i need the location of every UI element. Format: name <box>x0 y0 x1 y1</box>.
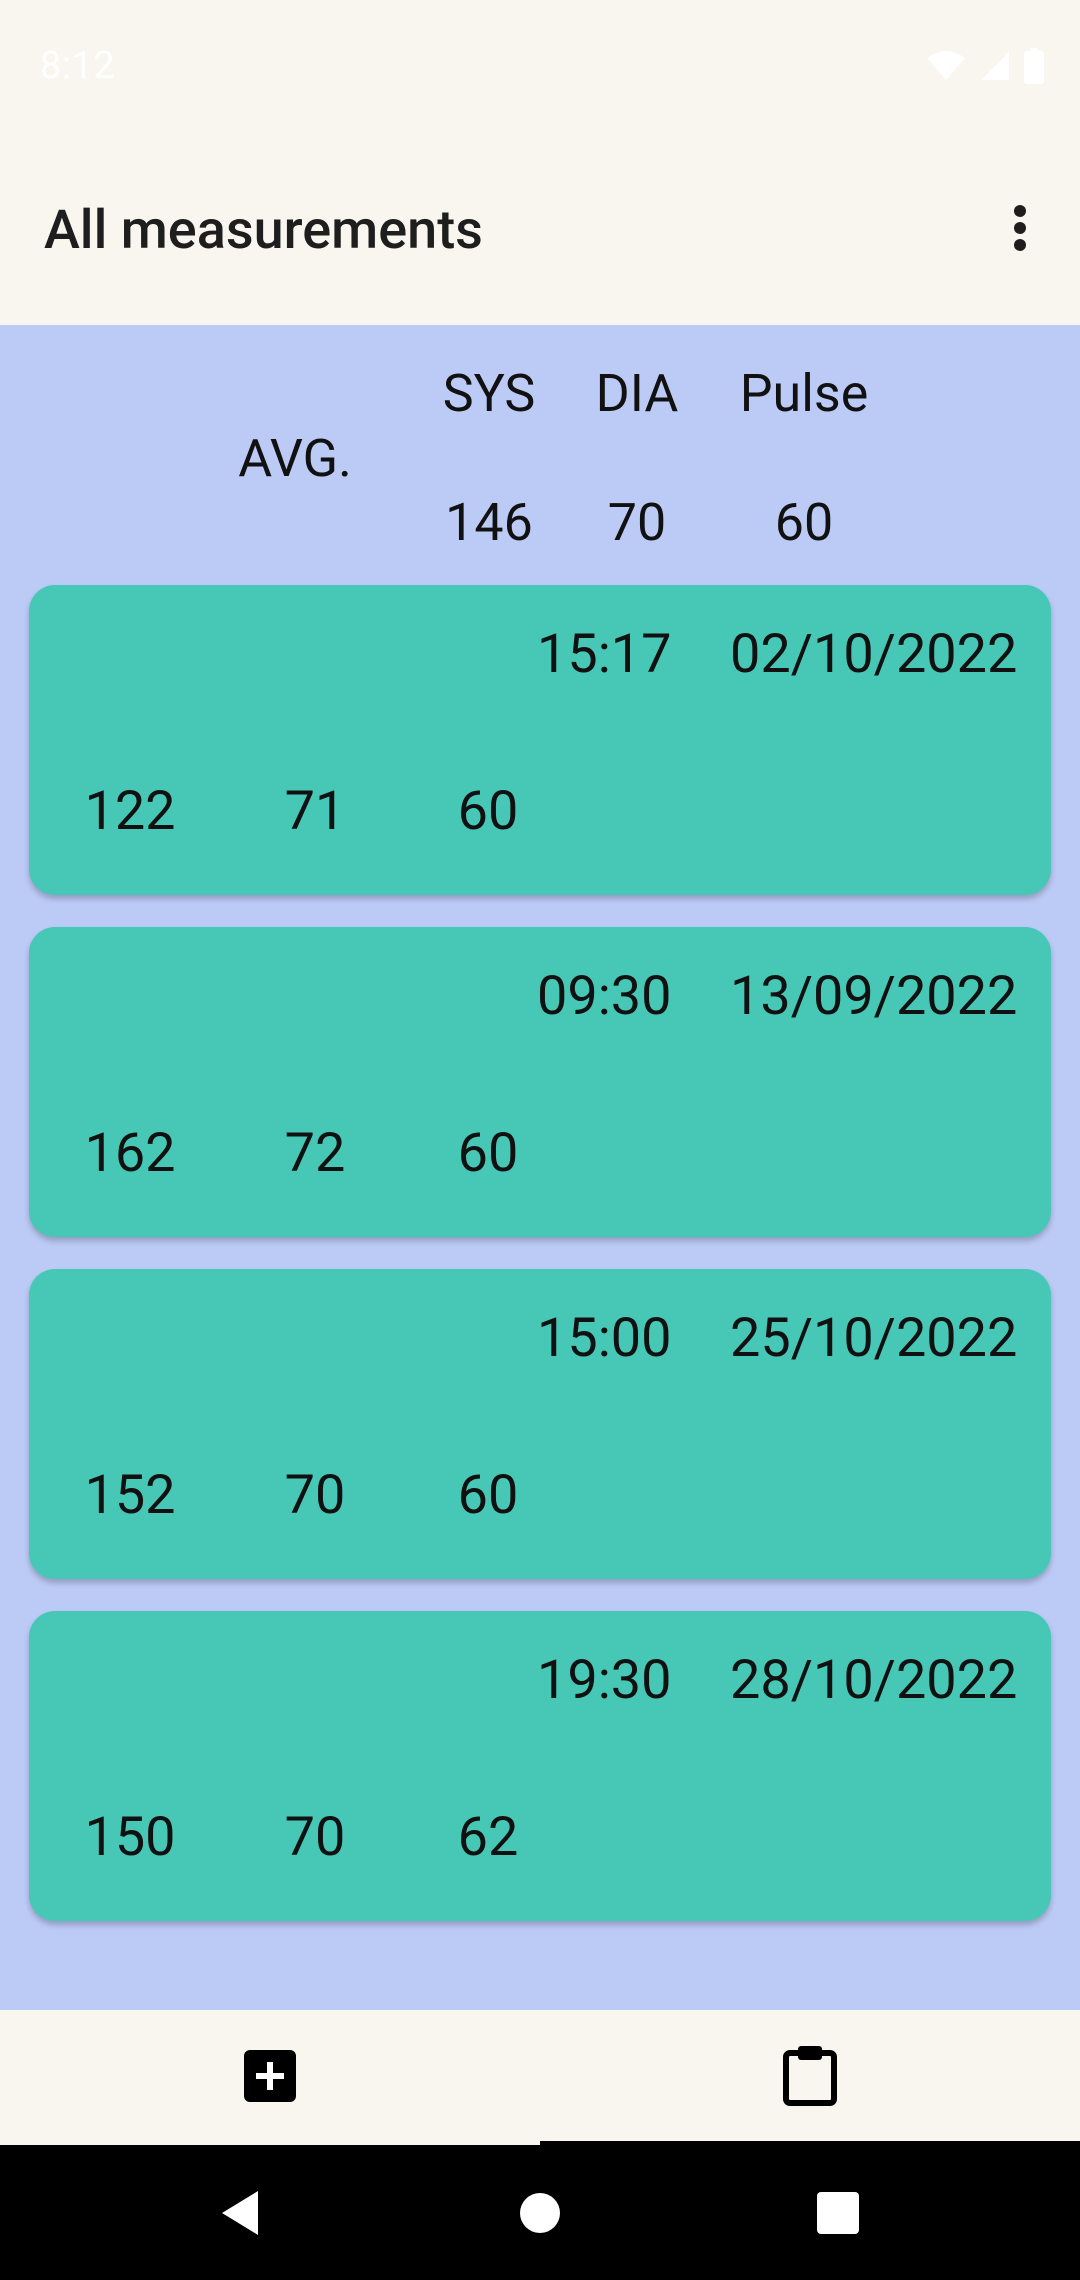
recents-icon <box>817 2192 859 2238</box>
home-button[interactable] <box>500 2175 580 2255</box>
back-icon <box>218 2189 262 2241</box>
bottom-navigation <box>0 2010 1080 2145</box>
measurement-pulse: 60 <box>457 1464 519 1527</box>
measurement-pulse: 62 <box>457 1806 519 1869</box>
avg-sys-value: 146 <box>445 492 533 553</box>
measurement-card[interactable]: 15:17 02/10/2022 122 71 60 <box>29 585 1051 895</box>
avg-dia-value: 70 <box>607 492 667 553</box>
more-vert-icon <box>1012 204 1028 256</box>
wifi-icon <box>926 50 966 86</box>
measurement-dia: 71 <box>284 780 346 843</box>
measurement-sys: 162 <box>84 1122 176 1185</box>
measurement-sys: 150 <box>84 1806 176 1869</box>
app-bar: All measurements <box>0 136 1080 325</box>
measurements-content: AVG. SYS DIA Pulse 146 70 60 15:17 02/10… <box>0 325 1080 2010</box>
system-navigation-bar <box>0 2145 1080 2280</box>
measurement-time: 19:30 <box>537 1649 672 1712</box>
measurement-card[interactable]: 15:00 25/10/2022 152 70 60 <box>29 1269 1051 1579</box>
measurement-date: 28/10/2022 <box>730 1649 1018 1712</box>
measurement-card[interactable]: 09:30 13/09/2022 162 72 60 <box>29 927 1051 1237</box>
add-box-icon <box>244 2049 296 2106</box>
measurement-date: 02/10/2022 <box>730 623 1018 686</box>
measurement-date: 25/10/2022 <box>730 1307 1018 1370</box>
measurement-dia: 72 <box>284 1122 346 1185</box>
measurement-pulse: 60 <box>457 780 519 843</box>
measurement-time: 15:17 <box>537 623 672 686</box>
clipboard-icon <box>783 2045 837 2110</box>
recents-button[interactable] <box>798 2175 878 2255</box>
dia-header: DIA <box>595 363 679 424</box>
sys-header: SYS <box>442 363 536 424</box>
battery-icon <box>1024 48 1044 88</box>
more-options-button[interactable] <box>984 194 1056 266</box>
home-icon <box>518 2191 562 2239</box>
measurement-date: 13/09/2022 <box>730 965 1018 1028</box>
cell-signal-icon <box>980 51 1010 85</box>
back-button[interactable] <box>200 2175 280 2255</box>
status-time: 8:12 <box>40 44 116 88</box>
measurement-time: 09:30 <box>537 965 672 1028</box>
nav-all-measurements[interactable] <box>540 2010 1080 2145</box>
page-title: All measurements <box>44 199 483 262</box>
status-icons <box>926 48 1044 88</box>
status-bar: 8:12 <box>0 0 1080 136</box>
measurement-sys: 122 <box>84 780 176 843</box>
avg-pulse-value: 60 <box>774 492 834 553</box>
nav-add-measurement[interactable] <box>0 2010 540 2145</box>
measurement-sys: 152 <box>84 1464 176 1527</box>
measurement-pulse: 60 <box>457 1122 519 1185</box>
pulse-header: Pulse <box>739 363 869 424</box>
measurement-time: 15:00 <box>537 1307 672 1370</box>
measurement-dia: 70 <box>284 1806 346 1869</box>
measurement-dia: 70 <box>284 1464 346 1527</box>
measurement-card[interactable]: 19:30 28/10/2022 150 70 62 <box>29 1611 1051 1921</box>
avg-label: AVG. <box>238 428 352 489</box>
